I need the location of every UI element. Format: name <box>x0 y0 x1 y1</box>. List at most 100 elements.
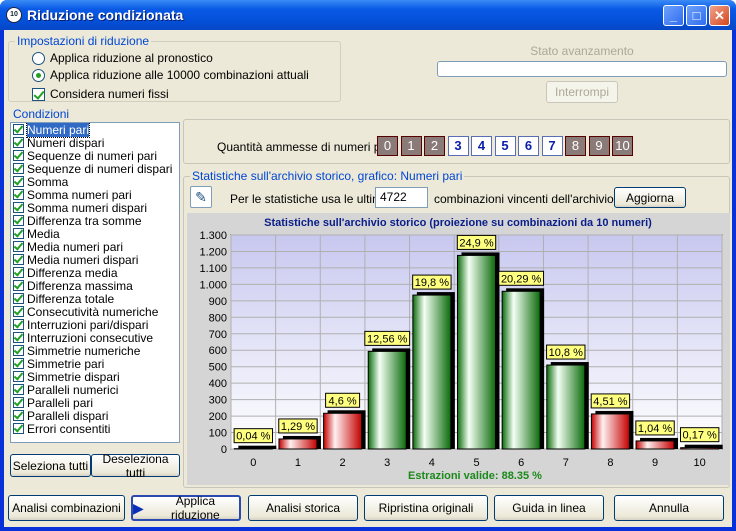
radio-apply-forecast[interactable]: Applica riduzione al pronostico <box>32 51 213 65</box>
condition-item[interactable]: Somma <box>11 175 179 189</box>
checkbox-icon[interactable] <box>13 384 24 395</box>
x-tick-label: 2 <box>340 457 346 469</box>
quantity-cell[interactable]: 1 <box>400 136 422 156</box>
data-label: 0,04 % <box>236 431 270 443</box>
condition-item[interactable]: Differenza massima <box>11 278 179 293</box>
condition-item[interactable]: Differenza tra somme <box>11 214 179 228</box>
condition-item[interactable]: Sequenze di numeri pari <box>11 149 179 163</box>
condition-item[interactable]: Paralleli dispari <box>11 408 179 423</box>
x-tick-label: 4 <box>429 457 435 469</box>
update-button[interactable]: Aggiorna <box>614 187 686 208</box>
condition-item[interactable]: Media numeri pari <box>11 239 179 254</box>
quantity-cell[interactable]: 9 <box>588 136 610 156</box>
condition-item[interactable]: Interruzioni consecutive <box>11 330 179 345</box>
condition-item[interactable]: Consecutività numeriche <box>11 305 179 319</box>
restore-originals-button[interactable]: Ripristina originali <box>364 495 488 521</box>
condition-item[interactable]: Numeri dispari <box>11 136 179 150</box>
checkbox-icon[interactable] <box>13 410 24 421</box>
data-label: 12,56 % <box>367 333 408 345</box>
quantity-cell[interactable]: 0 <box>377 136 398 156</box>
checkbox-icon[interactable] <box>13 241 24 252</box>
checkbox-icon[interactable] <box>13 124 24 135</box>
quantity-cell[interactable]: 8 <box>565 136 586 156</box>
stats-chart: Statistiche sull'archivio storico (proie… <box>187 213 730 485</box>
condition-item[interactable]: Differenza totale <box>11 291 179 306</box>
condition-item[interactable]: Sequenze di numeri dispari <box>11 162 179 176</box>
conditions-list[interactable]: Numeri pari Numeri dispari Sequenze di num… <box>10 122 180 443</box>
checkbox-icon[interactable] <box>13 176 24 187</box>
condition-item-label: Paralleli dispari <box>27 408 109 423</box>
deselect-all-button[interactable]: Deseleziona tutti <box>91 452 180 480</box>
condition-item[interactable]: Simmetrie numeriche <box>11 344 179 358</box>
checkbox-icon[interactable] <box>13 332 24 343</box>
checkbox-icon[interactable] <box>13 306 24 317</box>
close-button[interactable]: ✕ <box>709 5 730 26</box>
stop-button[interactable]: Interrompi <box>546 81 618 103</box>
checkbox-icon[interactable] <box>13 215 24 226</box>
title-bar[interactable]: 10 Riduzione condizionata _ □ ✕ <box>0 0 736 30</box>
apply-reduction-button[interactable]: ▶ Applica riduzione <box>131 494 241 522</box>
radio-apply-combinations[interactable]: Applica riduzione alle 10000 combinazion… <box>32 68 309 82</box>
quantity-cell[interactable]: 6 <box>518 136 539 156</box>
checkbox-icon[interactable] <box>13 280 24 291</box>
apply-reduction-label: Applica riduzione <box>171 494 220 522</box>
condition-item-label: Somma numeri dispari <box>27 200 148 215</box>
maximize-button[interactable]: □ <box>686 5 707 26</box>
quantity-cell[interactable]: 4 <box>471 136 492 156</box>
minimize-button[interactable]: _ <box>663 5 684 26</box>
quantity-cell[interactable]: 3 <box>447 136 469 156</box>
condition-item-label: Errori consentiti <box>27 421 111 436</box>
checkbox-icon[interactable] <box>13 150 24 161</box>
checkbox-icon[interactable] <box>13 423 24 434</box>
checkbox-icon[interactable] <box>13 345 24 356</box>
checkbox-icon[interactable] <box>13 137 24 148</box>
y-tick-label: 400 <box>209 378 227 390</box>
quantity-cell[interactable]: 10 <box>612 136 633 156</box>
data-label: 19,8 % <box>415 277 449 289</box>
condition-item[interactable]: Numeri pari <box>11 123 179 138</box>
checkbox-icon[interactable] <box>13 202 24 213</box>
y-tick-label: 200 <box>209 411 227 423</box>
checkbox-icon[interactable] <box>13 371 24 382</box>
quantity-cell[interactable]: 2 <box>424 136 445 156</box>
online-help-button[interactable]: Guida in linea <box>494 495 604 521</box>
condition-item[interactable]: Interruzioni pari/dispari <box>11 318 179 332</box>
condition-item-label: Differenza massima <box>27 278 133 293</box>
condition-item[interactable]: Simmetrie pari <box>11 357 179 371</box>
condition-item[interactable]: Media numeri dispari <box>11 253 179 267</box>
checkbox-icon[interactable] <box>13 228 24 239</box>
condition-item[interactable]: Errori consentiti <box>11 421 179 436</box>
checkbox-icon[interactable] <box>13 397 24 408</box>
condition-item-label: Media numeri pari <box>27 239 124 254</box>
condition-item-label: Interruzioni consecutive <box>27 330 154 345</box>
data-label: 0,17 % <box>683 430 717 442</box>
radio-icon <box>32 51 45 65</box>
check-fixed-numbers[interactable]: Considera numeri fissi <box>32 87 169 101</box>
checkbox-icon[interactable] <box>13 319 24 330</box>
condition-item[interactable]: Media <box>11 227 179 241</box>
condition-item[interactable]: Somma numeri pari <box>11 188 179 202</box>
select-all-button[interactable]: Seleziona tutti <box>10 454 91 477</box>
bar <box>635 440 675 450</box>
condition-item[interactable]: Somma numeri dispari <box>11 200 179 215</box>
cancel-button[interactable]: Annulla <box>614 495 724 521</box>
condition-item[interactable]: Paralleli numerici <box>11 383 179 397</box>
condition-item[interactable]: Paralleli pari <box>11 396 179 410</box>
checkbox-icon[interactable] <box>13 163 24 174</box>
condition-item-label: Simmetrie dispari <box>27 369 120 384</box>
checkbox-icon[interactable] <box>13 254 24 265</box>
checkbox-icon[interactable] <box>13 189 24 200</box>
stats-count-input[interactable]: 4722 <box>375 187 428 208</box>
checkbox-icon[interactable] <box>13 358 24 369</box>
historical-analysis-button[interactable]: Analisi storica <box>248 495 358 521</box>
quantity-cell[interactable]: 7 <box>541 136 563 156</box>
quantity-cell[interactable]: 5 <box>494 136 516 156</box>
combination-analysis-button[interactable]: Analisi combinazioni <box>8 495 125 521</box>
condition-item[interactable]: Differenza media <box>11 266 179 280</box>
checkbox-icon[interactable] <box>13 267 24 278</box>
condition-item-label: Differenza totale <box>27 291 115 306</box>
condition-item[interactable]: Simmetrie dispari <box>11 369 179 384</box>
checkbox-icon[interactable] <box>13 293 24 304</box>
x-tick-label: 7 <box>563 457 569 469</box>
edit-icon[interactable]: ✎ <box>190 186 212 208</box>
